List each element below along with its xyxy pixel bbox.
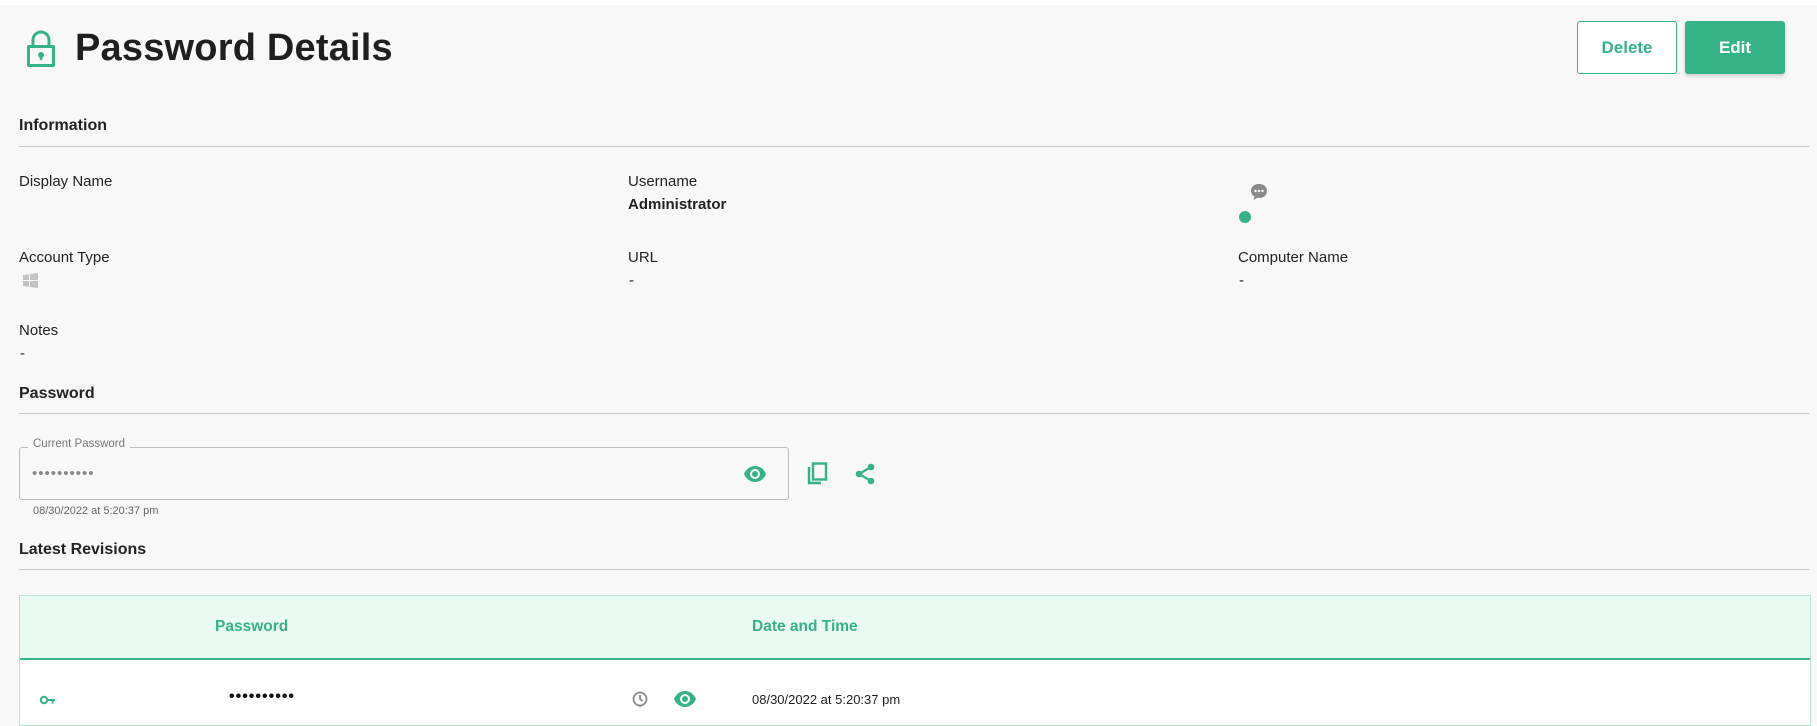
edit-button[interactable]: Edit — [1685, 21, 1785, 74]
notes-value: - — [20, 345, 25, 362]
eye-icon[interactable] — [743, 463, 767, 485]
copy-icon[interactable] — [805, 461, 829, 487]
windows-icon — [23, 273, 38, 288]
revision-date-time: 08/30/2022 at 5:20:37 pm — [752, 692, 901, 707]
key-icon — [40, 694, 56, 706]
status-dot — [1239, 211, 1251, 223]
table-header: Password Date and Time — [20, 596, 1810, 660]
delete-button[interactable]: Delete — [1577, 21, 1677, 74]
current-password-value: •••••••••• — [32, 465, 95, 482]
chat-bubble-icon[interactable] — [1249, 182, 1269, 202]
revisions-table: Password Date and Time •••••••••• 08/30/… — [19, 595, 1811, 726]
display-name-label: Display Name — [19, 173, 113, 190]
page-header: Password Details Delete Edit — [0, 5, 1817, 95]
url-value: - — [629, 272, 634, 289]
share-icon[interactable] — [853, 461, 877, 487]
password-section-title: Password — [19, 385, 95, 402]
lock-icon — [24, 29, 58, 69]
revisions-divider — [19, 569, 1809, 570]
notes-label: Notes — [19, 322, 59, 339]
account-type-label: Account Type — [19, 249, 110, 266]
username-value: Administrator — [628, 196, 727, 213]
information-divider — [19, 146, 1809, 147]
password-timestamp: 08/30/2022 at 5:20:37 pm — [33, 505, 159, 517]
column-header-password[interactable]: Password — [215, 618, 288, 636]
username-label: Username — [628, 173, 698, 190]
eye-icon[interactable] — [673, 690, 697, 708]
computer-name-label: Computer Name — [1238, 249, 1349, 266]
information-section-title: Information — [19, 117, 107, 134]
restore-icon[interactable] — [631, 690, 649, 708]
revisions-section-title: Latest Revisions — [19, 541, 147, 558]
current-password-field[interactable] — [19, 447, 789, 500]
revision-password: •••••••••• — [229, 688, 296, 705]
page-title: Password Details — [75, 27, 393, 69]
computer-name-value: - — [1239, 272, 1244, 289]
column-header-date-time[interactable]: Date and Time — [752, 618, 858, 636]
current-password-label: Current Password — [28, 438, 131, 450]
password-divider — [19, 413, 1809, 414]
url-label: URL — [628, 249, 659, 266]
